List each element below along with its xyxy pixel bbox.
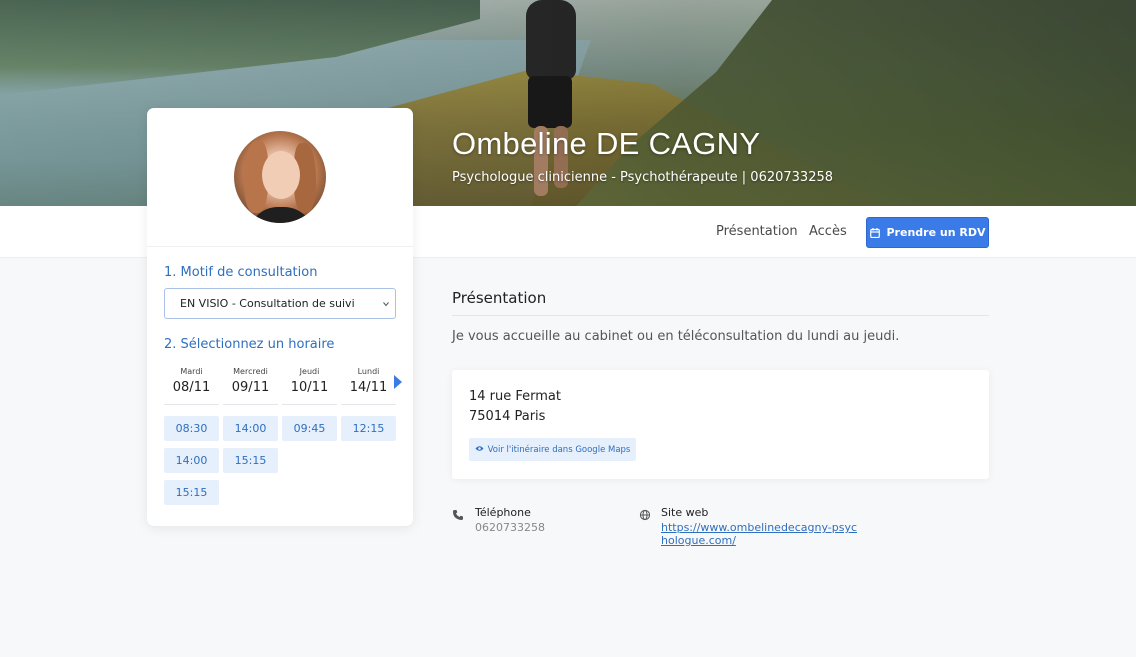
nav-acces-link[interactable]: Accès bbox=[809, 224, 847, 239]
book-appointment-button[interactable]: Prendre un RDV bbox=[866, 217, 989, 248]
motif-label: 1. Motif de consultation bbox=[164, 265, 318, 280]
practitioner-subtitle: Psychologue clinicienne - Psychothérapeu… bbox=[452, 170, 834, 185]
time-slot[interactable]: 14:00 bbox=[223, 416, 278, 441]
phone-label: Téléphone bbox=[475, 506, 531, 519]
time-slot[interactable]: 08:30 bbox=[164, 416, 219, 441]
phone-value: 0620733258 bbox=[475, 521, 545, 534]
google-maps-label: Voir l'itinéraire dans Google Maps bbox=[487, 444, 631, 455]
day-name: Mercredi bbox=[233, 367, 268, 376]
time-slot[interactable]: 14:00 bbox=[164, 448, 219, 473]
eye-icon bbox=[475, 445, 484, 455]
next-days-arrow-icon[interactable] bbox=[394, 375, 402, 389]
day-header[interactable]: Mercredi 09/11 bbox=[223, 367, 278, 405]
time-slot[interactable]: 15:15 bbox=[164, 480, 219, 505]
presentation-title: Présentation bbox=[452, 289, 547, 307]
profile-photo-section bbox=[147, 108, 413, 247]
motif-selected-value: EN VISIO - Consultation de suivi bbox=[180, 297, 355, 310]
google-maps-button[interactable]: Voir l'itinéraire dans Google Maps bbox=[469, 438, 636, 461]
day-header[interactable]: Mardi 08/11 bbox=[164, 367, 219, 405]
day-name: Lundi bbox=[357, 367, 380, 376]
time-slot[interactable]: 09:45 bbox=[282, 416, 337, 441]
day-name: Mardi bbox=[180, 367, 203, 376]
phone-icon bbox=[452, 506, 464, 520]
website-link[interactable]: https://www.ombelinedecagny-psychologue.… bbox=[661, 521, 861, 547]
address-card: 14 rue Fermat 75014 Paris Voir l'itinéra… bbox=[452, 370, 989, 479]
day-name: Jeudi bbox=[299, 367, 320, 376]
day-columns: Mardi 08/11 Mercredi 09/11 Jeudi 10/11 L… bbox=[164, 367, 396, 405]
day-date: 09/11 bbox=[231, 380, 270, 395]
address-city: 75014 Paris bbox=[469, 409, 546, 424]
booking-card: 1. Motif de consultation EN VISIO - Cons… bbox=[147, 108, 413, 526]
horaire-label: 2. Sélectionnez un horaire bbox=[164, 337, 335, 352]
calendar-icon bbox=[869, 227, 880, 238]
presentation-text: Je vous accueille au cabinet ou en téléc… bbox=[452, 329, 900, 344]
day-header[interactable]: Jeudi 10/11 bbox=[282, 367, 337, 405]
day-date: 14/11 bbox=[349, 380, 388, 395]
motif-select[interactable]: EN VISIO - Consultation de suivi bbox=[164, 288, 396, 319]
book-appointment-label: Prendre un RDV bbox=[886, 226, 986, 239]
day-date: 10/11 bbox=[290, 380, 329, 395]
day-date: 08/11 bbox=[172, 380, 211, 395]
avatar bbox=[234, 131, 326, 223]
day-header[interactable]: Lundi 14/11 bbox=[341, 367, 396, 405]
hero-text: Ombeline DE CAGNY Psychologue clinicienn… bbox=[452, 126, 833, 185]
nav-presentation-link[interactable]: Présentation bbox=[716, 224, 798, 239]
website-label: Site web bbox=[661, 506, 709, 519]
globe-icon bbox=[639, 506, 651, 521]
time-slot[interactable]: 15:15 bbox=[223, 448, 278, 473]
practitioner-name: Ombeline DE CAGNY bbox=[452, 126, 761, 161]
address-street: 14 rue Fermat bbox=[469, 389, 561, 404]
presentation-divider bbox=[452, 315, 989, 316]
time-slot[interactable]: 12:15 bbox=[341, 416, 396, 441]
chevron-down-icon bbox=[382, 298, 390, 307]
